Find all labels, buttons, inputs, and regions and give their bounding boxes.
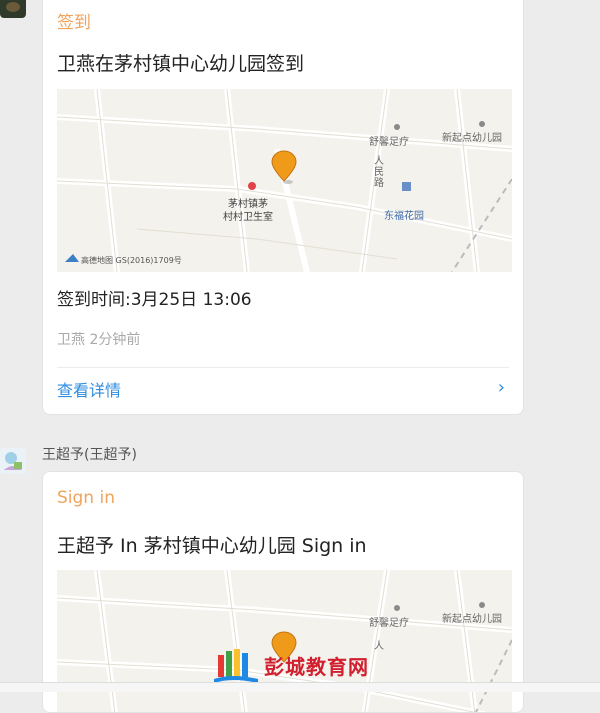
map-label: 新起点幼儿园	[442, 614, 502, 625]
card-title: 王超予 In 茅村镇中心幼儿园 Sign in	[57, 535, 367, 557]
watermark-logo: 彭城教育网	[212, 645, 402, 687]
divider	[57, 367, 509, 368]
sender-name: 王超予(王超予)	[42, 447, 137, 463]
sign-time: 签到时间:3月25日 13:06	[57, 290, 252, 310]
map-label: 新起点幼儿园	[442, 133, 502, 144]
sender-avatar[interactable]	[0, 0, 26, 18]
checkin-card[interactable]: 签到 卫燕在茅村镇中心幼儿园签到 舒馨足疗 新起点幼儿园 人民路 茅村镇茅 村村…	[42, 0, 524, 415]
watermark-text: 彭城教育网	[264, 655, 369, 679]
map-label: 村村卫生室	[223, 212, 273, 223]
card-title: 卫燕在茅村镇中心幼儿园签到	[57, 53, 305, 75]
map-label: 舒馨足疗	[369, 137, 409, 148]
location-map[interactable]: 舒馨足疗 新起点幼儿园 人民路 茅村镇茅 村村卫生室 东福花园 高德地图 GS(…	[57, 89, 512, 272]
map-label: 东福花园	[384, 211, 424, 222]
view-details-link[interactable]: 查看详情	[57, 377, 121, 401]
card-type-label: Sign in	[57, 488, 115, 508]
map-copyright: 高德地图 GS(2016)1709号	[81, 256, 182, 265]
sender-avatar[interactable]	[0, 448, 26, 474]
card-type-label: 签到	[57, 13, 91, 33]
chevron-right-icon[interactable]: ›	[498, 377, 505, 398]
map-label: 人民路	[374, 156, 384, 189]
card-meta: 卫燕 2分钟前	[57, 332, 141, 348]
book-logo-icon	[214, 649, 258, 683]
map-label: 舒馨足疗	[369, 618, 409, 629]
